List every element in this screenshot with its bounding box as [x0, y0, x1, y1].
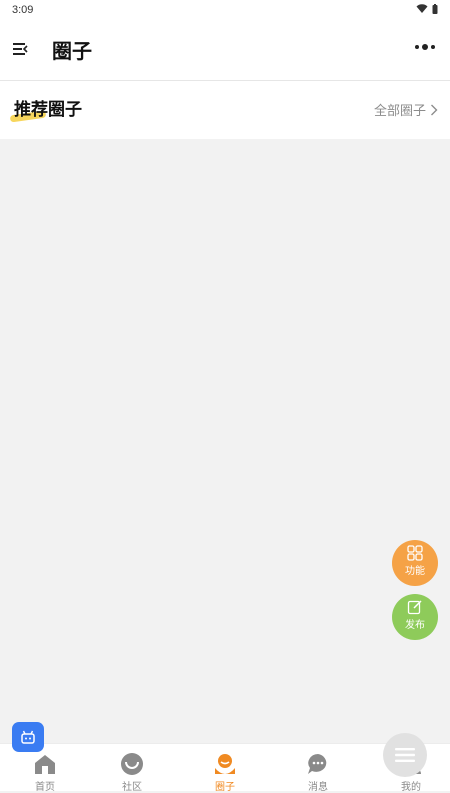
all-circles-label: 全部圈子 [373, 104, 426, 119]
circle-icon [215, 754, 235, 774]
edit-icon [407, 600, 422, 615]
tab-messages[interactable]: 消息 [273, 744, 363, 793]
publish-label: 发布 [405, 620, 425, 631]
section-title: 推荐圈子 [14, 100, 82, 120]
home-icon [35, 755, 55, 774]
app-header: 圈子 [0, 22, 450, 81]
tab-home-label: 首页 [35, 782, 55, 793]
function-label: 功能 [405, 566, 425, 577]
function-button[interactable]: 功能 [392, 540, 438, 586]
page-title: 圈子 [52, 39, 92, 63]
message-icon [308, 754, 327, 774]
tab-messages-label: 消息 [308, 782, 328, 793]
all-circles-link[interactable]: 全部圈子 [374, 100, 438, 119]
wifi-icon [416, 4, 428, 13]
recommended-circles-header: 推荐圈子 全部圈子 [0, 81, 450, 139]
grid-icon [407, 545, 423, 561]
tab-community-label: 社区 [122, 782, 142, 793]
floating-menu-button[interactable] [383, 733, 427, 777]
menu-icon[interactable] [12, 40, 30, 58]
status-icons [416, 4, 438, 14]
assistant-bubble[interactable] [12, 722, 44, 752]
status-bar: 3:09 [0, 0, 450, 22]
tab-profile-label: 我的 [401, 782, 421, 793]
tab-home[interactable]: 首页 [0, 744, 90, 793]
community-icon [121, 753, 143, 775]
tab-community[interactable]: 社区 [87, 744, 177, 793]
robot-icon [21, 730, 35, 744]
hamburger-icon [395, 748, 415, 762]
chevron-right-icon [431, 104, 438, 115]
more-icon[interactable] [412, 38, 438, 56]
battery-icon [432, 4, 438, 14]
publish-button[interactable]: 发布 [392, 594, 438, 640]
tab-circle-label: 圈子 [215, 782, 235, 793]
tab-circle[interactable]: 圈子 [180, 744, 270, 793]
status-time: 3:09 [12, 4, 34, 16]
